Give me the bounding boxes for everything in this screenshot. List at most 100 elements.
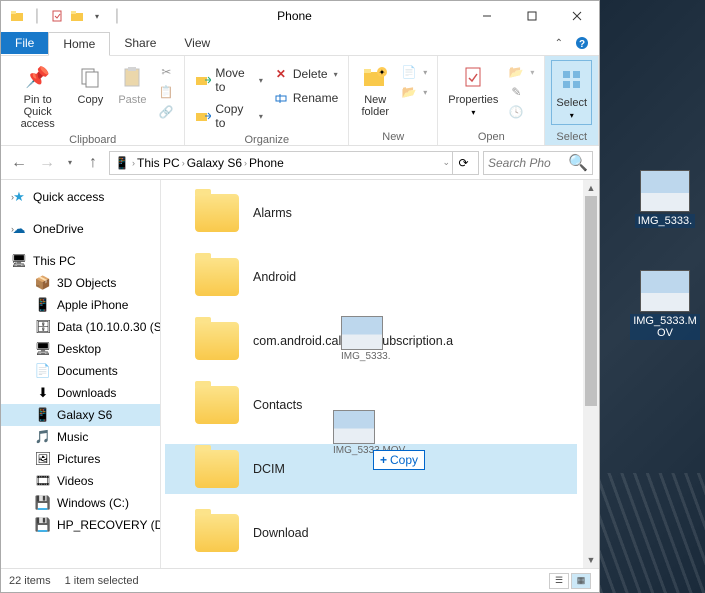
move-to-button[interactable]: Move to▾ [191,64,267,96]
search-icon[interactable]: 🔍 [568,153,588,173]
nav-item-label: Videos [57,474,93,488]
search-input[interactable] [488,156,568,170]
breadcrumb-segment[interactable]: This PC [137,156,180,170]
new-item-icon: 📄 [401,64,417,80]
nav-item[interactable]: 🎞Videos [1,470,160,492]
nav-item[interactable]: 🖥Desktop [1,338,160,360]
tab-view[interactable]: View [170,32,224,54]
tab-home[interactable]: Home [48,32,110,56]
history-button[interactable]: 🕓 [504,102,538,122]
folder-item[interactable]: com.android.calendar.subscription.a [165,316,577,366]
close-button[interactable] [554,1,599,31]
select-button[interactable]: Select ▾ [551,60,592,125]
search-box[interactable]: 🔍 [483,151,593,175]
shortcut-icon: 🔗 [158,104,174,120]
qat-properties-icon[interactable] [49,8,65,24]
rename-button[interactable]: Rename [269,88,342,108]
desktop-file[interactable]: IMG_5333.MOV [630,270,700,340]
edit-button[interactable]: ✎ [504,82,538,102]
nav-item[interactable]: ⬇Downloads [1,382,160,404]
main-area: ›★Quick access ›☁OneDrive ⌄🖥This PC 📦3D … [1,180,599,568]
tab-share[interactable]: Share [110,32,170,54]
paste-button[interactable]: Paste [112,60,152,108]
item-icon: 💾 [35,517,51,533]
new-item-button[interactable]: 📄▾ [397,62,431,82]
recent-dropdown[interactable]: ▾ [63,151,77,175]
svg-text:✦: ✦ [379,68,386,77]
tab-file[interactable]: File [1,32,48,54]
copy-path-button[interactable]: 📋 [154,82,178,102]
nav-item-label: Desktop [57,342,101,356]
folder-small-icon[interactable] [69,8,85,24]
scroll-down-button[interactable]: ▼ [583,552,599,568]
desktop-file[interactable]: IMG_5333. [630,170,700,228]
navigation-pane[interactable]: ›★Quick access ›☁OneDrive ⌄🖥This PC 📦3D … [1,180,161,568]
chevron-down-icon: ▾ [334,70,338,79]
breadcrumb-segment[interactable]: Galaxy S6 [187,156,242,170]
item-icon: 📦 [35,275,51,291]
nav-item-label: Downloads [57,386,116,400]
device-icon: 📱 [114,155,130,171]
minimize-button[interactable] [464,1,509,31]
nav-item[interactable]: 💾Windows (C:) [1,492,160,514]
content-pane[interactable]: ▲ ▼ Alarms Android com.android.calendar.su… [161,180,599,568]
folder-item[interactable]: Download [165,508,577,558]
folder-icon [195,450,239,488]
pin-to-quick-access-button[interactable]: 📌 Pin to Quick access [7,60,68,132]
nav-item[interactable]: 📦3D Objects [1,272,160,294]
ribbon-expand-icon[interactable]: ⌃ [555,38,563,49]
open-icon: 📂 [508,64,524,80]
nav-onedrive[interactable]: ›☁OneDrive [1,218,160,240]
details-view-button[interactable]: ☰ [549,573,569,589]
path-icon: 📋 [158,84,174,100]
folder-name: Contacts [253,398,302,412]
ribbon: 📌 Pin to Quick access Copy Paste ✂ 📋 🔗 [1,56,599,146]
scroll-up-button[interactable]: ▲ [583,180,599,196]
nav-item[interactable]: 💾HP_RECOVERY (D [1,514,160,536]
forward-button[interactable]: → [35,151,59,175]
nav-item[interactable]: 🎵Music [1,426,160,448]
cut-button[interactable]: ✂ [154,62,178,82]
rename-icon [273,90,289,106]
chevron-down-icon[interactable]: ⌄ [11,256,19,267]
chevron-down-icon[interactable]: ⌄ [442,157,450,168]
chevron-right-icon[interactable]: › [11,224,14,234]
nav-this-pc[interactable]: ⌄🖥This PC [1,250,160,272]
ribbon-group-select: Select ▾ Select [545,56,599,145]
nav-item[interactable]: 🗄Data (10.10.0.30 (S [1,316,160,338]
folder-item[interactable]: Alarms [165,188,577,238]
easy-access-button[interactable]: 📂▾ [397,82,431,102]
copy-to-button[interactable]: Copy to▾ [191,100,267,132]
copyto-icon [195,108,211,124]
folder-item[interactable]: Android [165,252,577,302]
properties-button[interactable]: Properties ▾ [444,60,502,119]
scrollbar-thumb[interactable] [585,196,597,406]
nav-item[interactable]: 📄Documents [1,360,160,382]
breadcrumb-segment[interactable]: Phone [249,156,284,170]
nav-item[interactable]: 📱Galaxy S6 [1,404,160,426]
maximize-button[interactable] [509,1,554,31]
back-button[interactable]: ← [7,151,31,175]
nav-quick-access[interactable]: ›★Quick access [1,186,160,208]
qat-dropdown-icon[interactable]: ▾ [89,8,105,24]
breadcrumb[interactable]: 📱 › This PC › Galaxy S6 › Phone ⌄ ⟳ [109,151,479,175]
new-folder-button[interactable]: ✦ New folder [355,60,395,120]
folder-item[interactable]: DCIM [165,444,577,494]
chevron-right-icon[interactable]: › [11,192,14,202]
chevron-down-icon: ▾ [259,76,263,85]
open-button[interactable]: 📂▾ [504,62,538,82]
folder-name: DCIM [253,462,285,476]
scrollbar-track[interactable]: ▲ ▼ [583,180,599,568]
delete-button[interactable]: ✕Delete▾ [269,64,342,84]
nav-item[interactable]: 🖼Pictures [1,448,160,470]
paste-shortcut-button[interactable]: 🔗 [154,102,178,122]
chevron-right-icon: › [132,158,135,168]
nav-item-label: Apple iPhone [57,298,128,312]
help-button[interactable]: ? [571,32,593,54]
thumbnails-view-button[interactable]: ▦ [571,573,591,589]
up-button[interactable]: ↑ [81,151,105,175]
refresh-button[interactable]: ⟳ [452,152,474,174]
folder-item[interactable]: Contacts [165,380,577,430]
nav-item[interactable]: 📱Apple iPhone [1,294,160,316]
copy-button[interactable]: Copy [70,60,110,108]
